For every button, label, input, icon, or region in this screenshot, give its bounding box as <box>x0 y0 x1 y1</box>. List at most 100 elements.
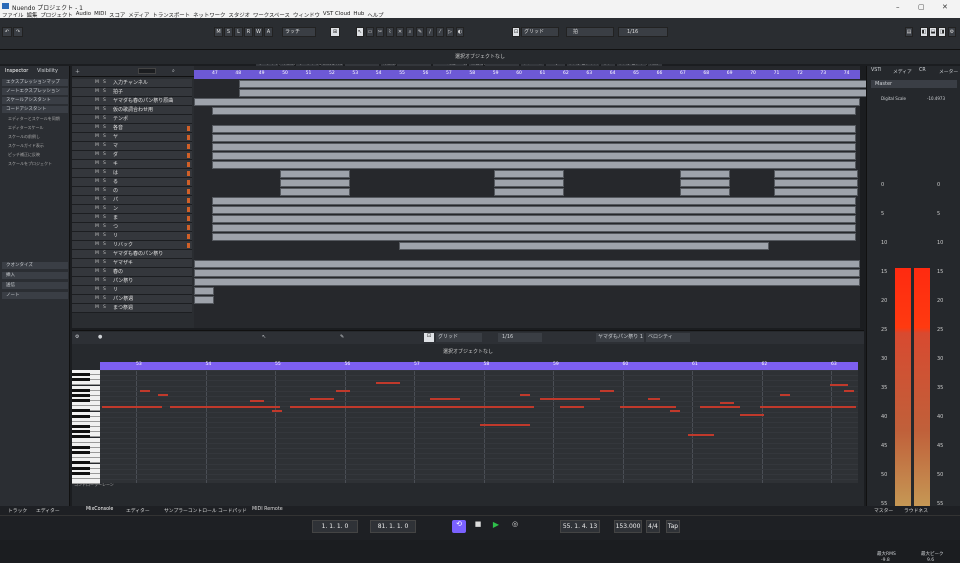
midi-note[interactable] <box>740 414 764 416</box>
track-row[interactable]: M S ヤマザキ <box>72 259 192 268</box>
midi-note[interactable] <box>520 394 530 396</box>
piano-black-key[interactable] <box>72 373 90 376</box>
undo-icon[interactable]: ↶ <box>2 27 12 37</box>
arrange-clip[interactable] <box>194 268 860 277</box>
solo-button[interactable]: S <box>103 160 106 168</box>
midi-note[interactable] <box>560 406 584 408</box>
mute-button[interactable]: M <box>95 232 99 240</box>
mute-tool-icon[interactable]: ✎ <box>416 27 424 37</box>
arrange-clip[interactable] <box>680 169 730 178</box>
arrange-clip[interactable] <box>212 205 856 214</box>
solo-button[interactable]: S <box>103 250 106 258</box>
redo-icon[interactable]: ↷ <box>13 27 23 37</box>
add-track-icon[interactable]: ＋ <box>75 68 80 75</box>
midi-note[interactable] <box>830 384 848 386</box>
piano-black-key[interactable] <box>72 414 90 418</box>
piano-black-key[interactable] <box>72 399 90 402</box>
settings-gear-icon[interactable]: ⚙ <box>948 27 956 37</box>
solo-button[interactable]: S <box>103 169 106 177</box>
editor-snap-icon[interactable]: ⊡ <box>424 333 434 342</box>
split-tool-icon[interactable]: ✂ <box>376 27 384 37</box>
right-zone-tab[interactable]: メーター <box>939 68 958 75</box>
editor-settings-icon[interactable]: ⚙ <box>75 334 79 340</box>
piano-black-key[interactable] <box>72 430 90 434</box>
arrange-clip[interactable] <box>280 169 350 178</box>
arrange-clip[interactable] <box>194 277 860 286</box>
mute-button[interactable]: M <box>95 106 99 114</box>
inspector-section[interactable]: コードアシスタント <box>2 106 68 113</box>
mute-button[interactable]: M <box>95 178 99 186</box>
tempo-display[interactable]: 153.000 <box>614 520 642 533</box>
play-tool-icon[interactable]: ▷ <box>446 27 454 37</box>
mute-button[interactable]: M <box>95 286 99 294</box>
midi-note[interactable] <box>844 390 854 392</box>
automation-mode-button[interactable]: L <box>234 27 243 37</box>
editor-pencil-icon[interactable]: ✎ <box>340 334 344 340</box>
mute-button[interactable]: M <box>95 151 99 159</box>
piano-black-key[interactable] <box>72 425 90 428</box>
midi-note[interactable] <box>600 390 614 392</box>
tab-midi-remote[interactable]: MIDI Remote <box>252 507 283 512</box>
inspector-section[interactable]: スケールアシスタント <box>2 97 68 104</box>
midi-note[interactable] <box>780 394 790 396</box>
track-row[interactable]: M S テンポ <box>72 115 192 124</box>
piano-black-key[interactable] <box>72 451 90 454</box>
inspector-option[interactable]: エディタースケール <box>8 125 44 131</box>
arrange-clip[interactable] <box>399 241 769 250</box>
midi-note[interactable] <box>250 400 264 402</box>
piano-black-key[interactable] <box>72 445 90 449</box>
mute-button[interactable]: M <box>95 79 99 87</box>
glue-tool-icon[interactable]: ⌇ <box>386 27 394 37</box>
inspector-section[interactable]: 送信 <box>2 282 68 289</box>
midi-note[interactable] <box>310 398 334 400</box>
tab-loudness[interactable]: ラウドネス <box>904 507 928 514</box>
track-row[interactable]: MS ま <box>72 214 192 223</box>
close-button[interactable]: ✕ <box>942 3 948 11</box>
piano-black-key[interactable] <box>72 461 90 465</box>
grid-select[interactable]: 拍 <box>566 27 614 37</box>
window-zone-bottom-icon[interactable]: ⬓ <box>929 27 937 37</box>
mute-button[interactable]: M <box>95 295 99 303</box>
mute-button[interactable]: M <box>95 169 99 177</box>
quantize-select[interactable]: 1/16 <box>618 27 668 37</box>
arrange-ruler[interactable]: 47 48 49 50 51 52 53 54 55 56 57 58 59 60 61 62 63 64 65 66… <box>194 70 860 79</box>
solo-button[interactable]: S <box>103 304 106 312</box>
track-row[interactable]: MS キ <box>72 160 192 169</box>
mute-button[interactable]: M <box>95 223 99 231</box>
snap-toggle-icon[interactable]: ⊡ <box>512 27 520 37</box>
midi-note[interactable] <box>688 434 714 436</box>
arrange-clip[interactable] <box>212 133 856 142</box>
mute-button[interactable]: M <box>95 142 99 150</box>
inspector-option[interactable]: スケールの前倒し <box>8 134 40 140</box>
track-row[interactable]: M S 春の <box>72 268 192 277</box>
inspector-section[interactable]: エクスプレッションマップ <box>2 79 68 86</box>
track-row[interactable]: M S パン祭り <box>72 277 192 286</box>
cycle-icon[interactable]: ⟲ <box>452 520 466 533</box>
automation-mode-button[interactable]: R <box>244 27 253 37</box>
midi-note[interactable] <box>540 398 600 400</box>
solo-button[interactable]: S <box>103 277 106 285</box>
arrange-clip[interactable] <box>280 178 350 187</box>
line-tool-icon[interactable]: ⁄ <box>436 27 444 37</box>
arrange-clip[interactable] <box>212 232 856 241</box>
channel-label[interactable]: Master <box>871 80 957 88</box>
mute-button[interactable]: M <box>95 88 99 96</box>
track-row[interactable]: M S 入力チャンネル <box>72 79 192 88</box>
track-row[interactable]: MS は <box>72 169 192 178</box>
inspector-option[interactable]: スケールをプロジェクト <box>8 161 52 167</box>
solo-button[interactable]: S <box>103 259 106 267</box>
tab-inspector[interactable]: Inspector <box>5 68 28 74</box>
piano-black-key[interactable] <box>72 393 90 397</box>
arrange-clip[interactable] <box>494 187 564 196</box>
piano-black-key[interactable] <box>72 435 90 439</box>
arrange-clip[interactable] <box>194 286 214 295</box>
track-row[interactable]: M S パン祭週 <box>72 295 192 304</box>
editor-ruler[interactable]: 53 54 55 56 57 58 59 60 61 62 63 <box>100 362 858 370</box>
editor-snap-select[interactable]: グリッド <box>436 333 482 342</box>
arrange-clip[interactable] <box>212 214 856 223</box>
solo-button[interactable]: S <box>103 187 106 195</box>
midi-note[interactable] <box>158 394 168 396</box>
solo-button[interactable]: S <box>103 124 106 132</box>
stop-icon[interactable]: ■ <box>472 520 484 533</box>
midi-note[interactable] <box>102 406 162 408</box>
